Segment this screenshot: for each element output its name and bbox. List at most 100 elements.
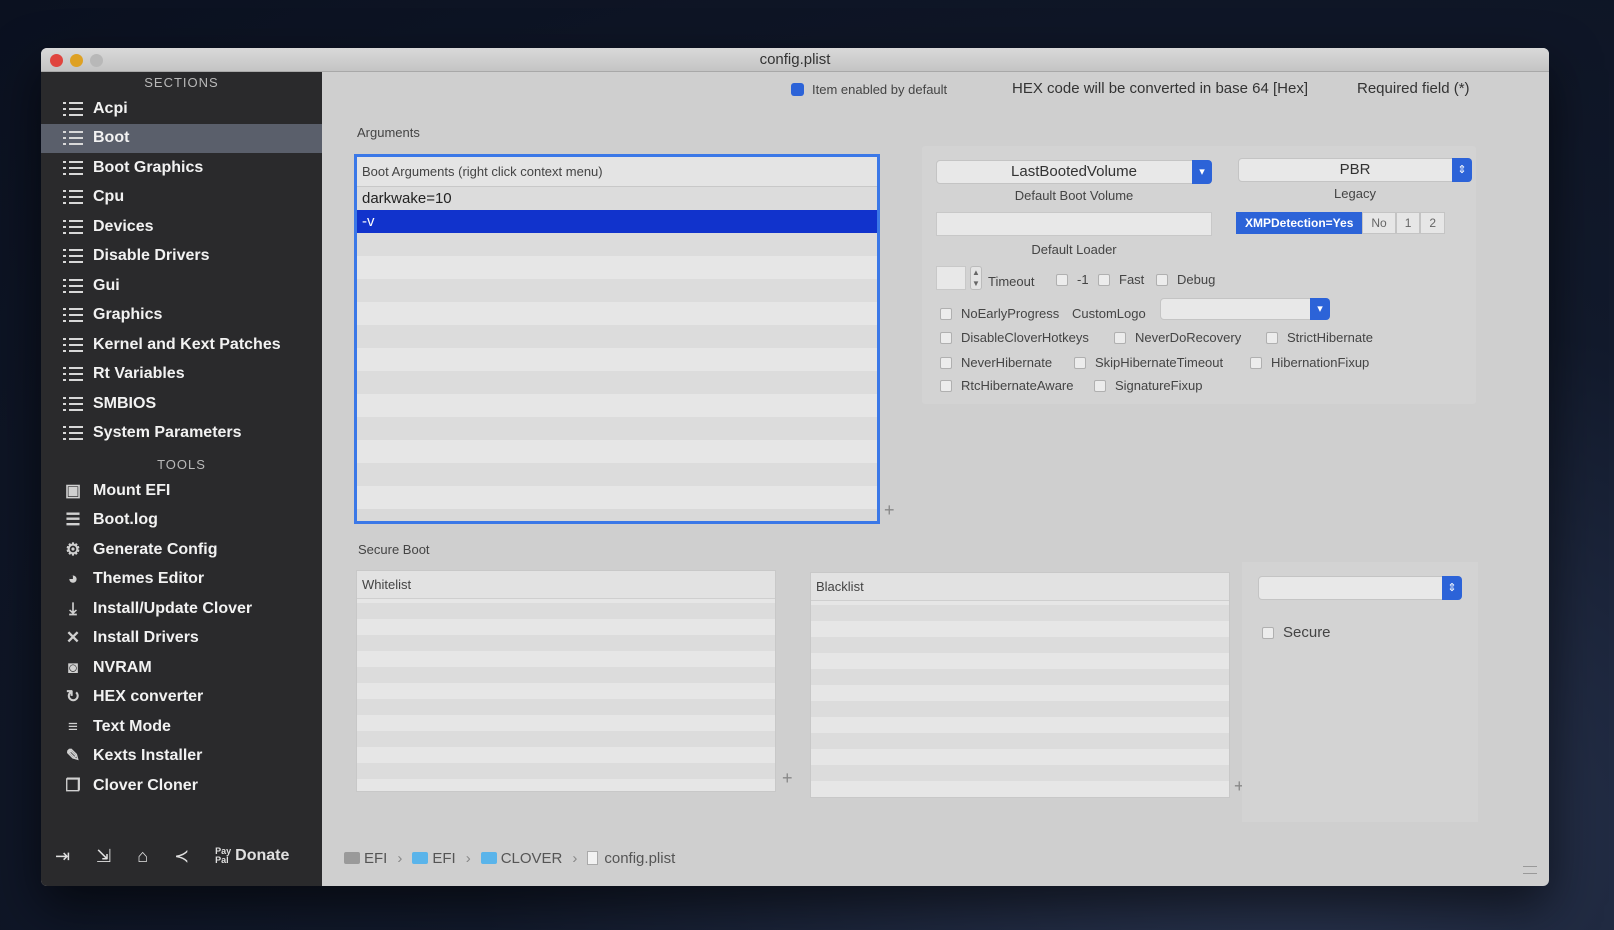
sidebar-item-gui[interactable]: Gui	[41, 271, 322, 301]
xmp-1-segment[interactable]: 1	[1395, 212, 1421, 234]
sidebar-item-rt-variables[interactable]: Rt Variables	[41, 360, 322, 390]
tool-generate-config[interactable]: ⚙ Generate Config	[41, 535, 322, 565]
xmp-2-segment[interactable]: 2	[1420, 212, 1446, 234]
download-icon: ⤓	[69, 598, 77, 618]
no-early-progress-checkbox[interactable]: NoEarlyProgress	[940, 306, 1059, 321]
blacklist-table[interactable]: Blacklist	[810, 572, 1230, 798]
disable-clover-hotkeys-checkbox[interactable]: DisableCloverHotkeys	[940, 330, 1089, 345]
share-icon[interactable]: ≺	[174, 846, 189, 867]
strict-hibernate-checkbox[interactable]: StrictHibernate	[1266, 330, 1373, 345]
checkbox-icon	[1094, 379, 1106, 392]
default-loader-field[interactable]	[936, 212, 1212, 236]
debug-label: Debug	[1177, 272, 1216, 287]
add-argument-button[interactable]: +	[884, 500, 895, 521]
boot-arguments-header: Boot Arguments (right click context menu…	[357, 157, 877, 187]
xmp-yes-segment[interactable]: XMPDetection=Yes	[1236, 212, 1363, 234]
sidebar-item-boot-graphics[interactable]: Boot Graphics	[41, 153, 322, 183]
whitelist-header: Whitelist	[357, 571, 775, 599]
tool-label: Kexts Installer	[93, 747, 203, 765]
fast-checkbox[interactable]: Fast	[1098, 272, 1144, 287]
refresh-icon: ↻	[65, 687, 81, 707]
checkbox-icon	[1266, 331, 1278, 344]
tool-themes-editor[interactable]: ◕ Themes Editor	[41, 565, 322, 595]
secure-label: Secure	[1283, 624, 1331, 641]
sidebar-item-cpu[interactable]: Cpu	[41, 183, 322, 213]
list-icon	[61, 99, 85, 119]
import-icon[interactable]: ⇥	[55, 846, 70, 867]
list-icon	[61, 158, 85, 178]
hibernation-fixup-label: HibernationFixup	[1271, 355, 1370, 370]
folder-icon	[412, 851, 429, 864]
tool-mount-efi[interactable]: ▣ Mount EFI	[41, 476, 322, 506]
sidebar-item-disable-drivers[interactable]: Disable Drivers	[41, 242, 322, 272]
resize-grip-icon[interactable]	[1523, 866, 1537, 874]
tool-label: Themes Editor	[93, 570, 205, 588]
timeout-label: Timeout	[988, 274, 1034, 289]
path-label: EFI	[432, 849, 456, 867]
debug-checkbox[interactable]: Debug	[1156, 272, 1215, 287]
sidebar-item-smbios[interactable]: SMBIOS	[41, 389, 322, 419]
list-icon	[61, 187, 85, 207]
maximize-button[interactable]	[90, 54, 103, 67]
custom-logo-label: CustomLogo	[1072, 306, 1146, 321]
skip-hibernate-timeout-checkbox[interactable]: SkipHibernateTimeout	[1074, 355, 1223, 370]
sidebar-item-label: Boot	[93, 129, 130, 147]
signature-fixup-checkbox[interactable]: SignatureFixup	[1094, 378, 1202, 393]
sidebar-item-boot[interactable]: Boot	[41, 123, 322, 153]
path-label: config.plist	[604, 849, 676, 867]
donate-button[interactable]: Pay Pal Donate	[215, 847, 289, 865]
sections-header: SECTIONS	[144, 75, 219, 90]
tool-clover-cloner[interactable]: ❐ Clover Cloner	[41, 771, 322, 801]
secure-boot-policy-popup[interactable]: ⇕	[1258, 576, 1462, 600]
boot-arguments-table[interactable]: Boot Arguments (right click context menu…	[354, 154, 880, 524]
legacy-popup[interactable]: PBR ⇕	[1238, 158, 1472, 182]
tool-text-mode[interactable]: ≡ Text Mode	[41, 712, 322, 742]
never-hibernate-label: NeverHibernate	[961, 355, 1053, 370]
close-button[interactable]	[50, 54, 63, 67]
sidebar-item-graphics[interactable]: Graphics	[41, 301, 322, 331]
hibernation-fixup-checkbox[interactable]: HibernationFixup	[1250, 355, 1369, 370]
path-item-config[interactable]: config.plist	[587, 850, 675, 867]
checkbox-icon	[940, 379, 952, 392]
tool-nvram[interactable]: ◙ NVRAM	[41, 653, 322, 683]
path-item-efi-folder[interactable]: EFI	[412, 849, 456, 867]
export-icon[interactable]: ⇲	[96, 846, 111, 867]
home-icon[interactable]: ⌂	[137, 846, 148, 867]
table-row-selected[interactable]: -v	[357, 210, 877, 233]
minus-one-checkbox[interactable]: -1	[1056, 272, 1089, 287]
path-item-clover[interactable]: CLOVER	[480, 850, 562, 867]
timeout-stepper[interactable]: ▲ ▼	[970, 266, 982, 290]
chevron-updown-icon: ⇕	[1442, 576, 1462, 600]
tool-boot-log[interactable]: ☰ Boot.log	[41, 506, 322, 536]
chip-icon: ◙	[67, 657, 79, 677]
sidebar-item-acpi[interactable]: Acpi	[41, 94, 322, 124]
tool-label: Install Drivers	[93, 629, 199, 647]
tool-kexts-installer[interactable]: ✎ Kexts Installer	[41, 742, 322, 772]
add-whitelist-button[interactable]: +	[782, 768, 793, 789]
path-item-efi-disk[interactable]: EFI	[344, 850, 387, 867]
rtc-hibernate-aware-checkbox[interactable]: RtcHibernateAware	[940, 378, 1073, 393]
never-do-recovery-checkbox[interactable]: NeverDoRecovery	[1114, 330, 1241, 345]
default-boot-volume-popup[interactable]: LastBootedVolume ▾	[936, 160, 1212, 184]
disable-clover-hotkeys-label: DisableCloverHotkeys	[961, 330, 1089, 345]
sidebar-item-label: System Parameters	[93, 424, 242, 442]
sidebar-item-devices[interactable]: Devices	[41, 212, 322, 242]
secure-checkbox[interactable]: Secure	[1262, 624, 1331, 641]
minimize-button[interactable]	[70, 54, 83, 67]
disk-icon: ▣	[64, 480, 82, 500]
tool-hex-converter[interactable]: ↻ HEX converter	[41, 683, 322, 713]
minus-one-label: -1	[1077, 272, 1089, 287]
sidebar-item-label: Graphics	[93, 306, 163, 324]
sidebar-item-system-parameters[interactable]: System Parameters	[41, 419, 322, 449]
xmp-no-segment[interactable]: No	[1362, 212, 1396, 234]
sidebar-item-kernel-kext-patches[interactable]: Kernel and Kext Patches	[41, 330, 322, 360]
xmp-detection-segmented[interactable]: XMPDetection=Yes No 1 2	[1236, 212, 1446, 234]
timeout-label-text: Timeout	[988, 274, 1035, 289]
custom-logo-popup[interactable]: ▾	[1160, 298, 1330, 320]
timeout-field[interactable]	[936, 266, 966, 290]
tool-install-update-clover[interactable]: ⤓ Install/Update Clover	[41, 594, 322, 624]
tool-install-drivers[interactable]: ✕ Install Drivers	[41, 624, 322, 654]
whitelist-table[interactable]: Whitelist	[356, 570, 776, 792]
never-hibernate-checkbox[interactable]: NeverHibernate	[940, 355, 1052, 370]
table-row[interactable]: darkwake=10	[357, 187, 877, 210]
